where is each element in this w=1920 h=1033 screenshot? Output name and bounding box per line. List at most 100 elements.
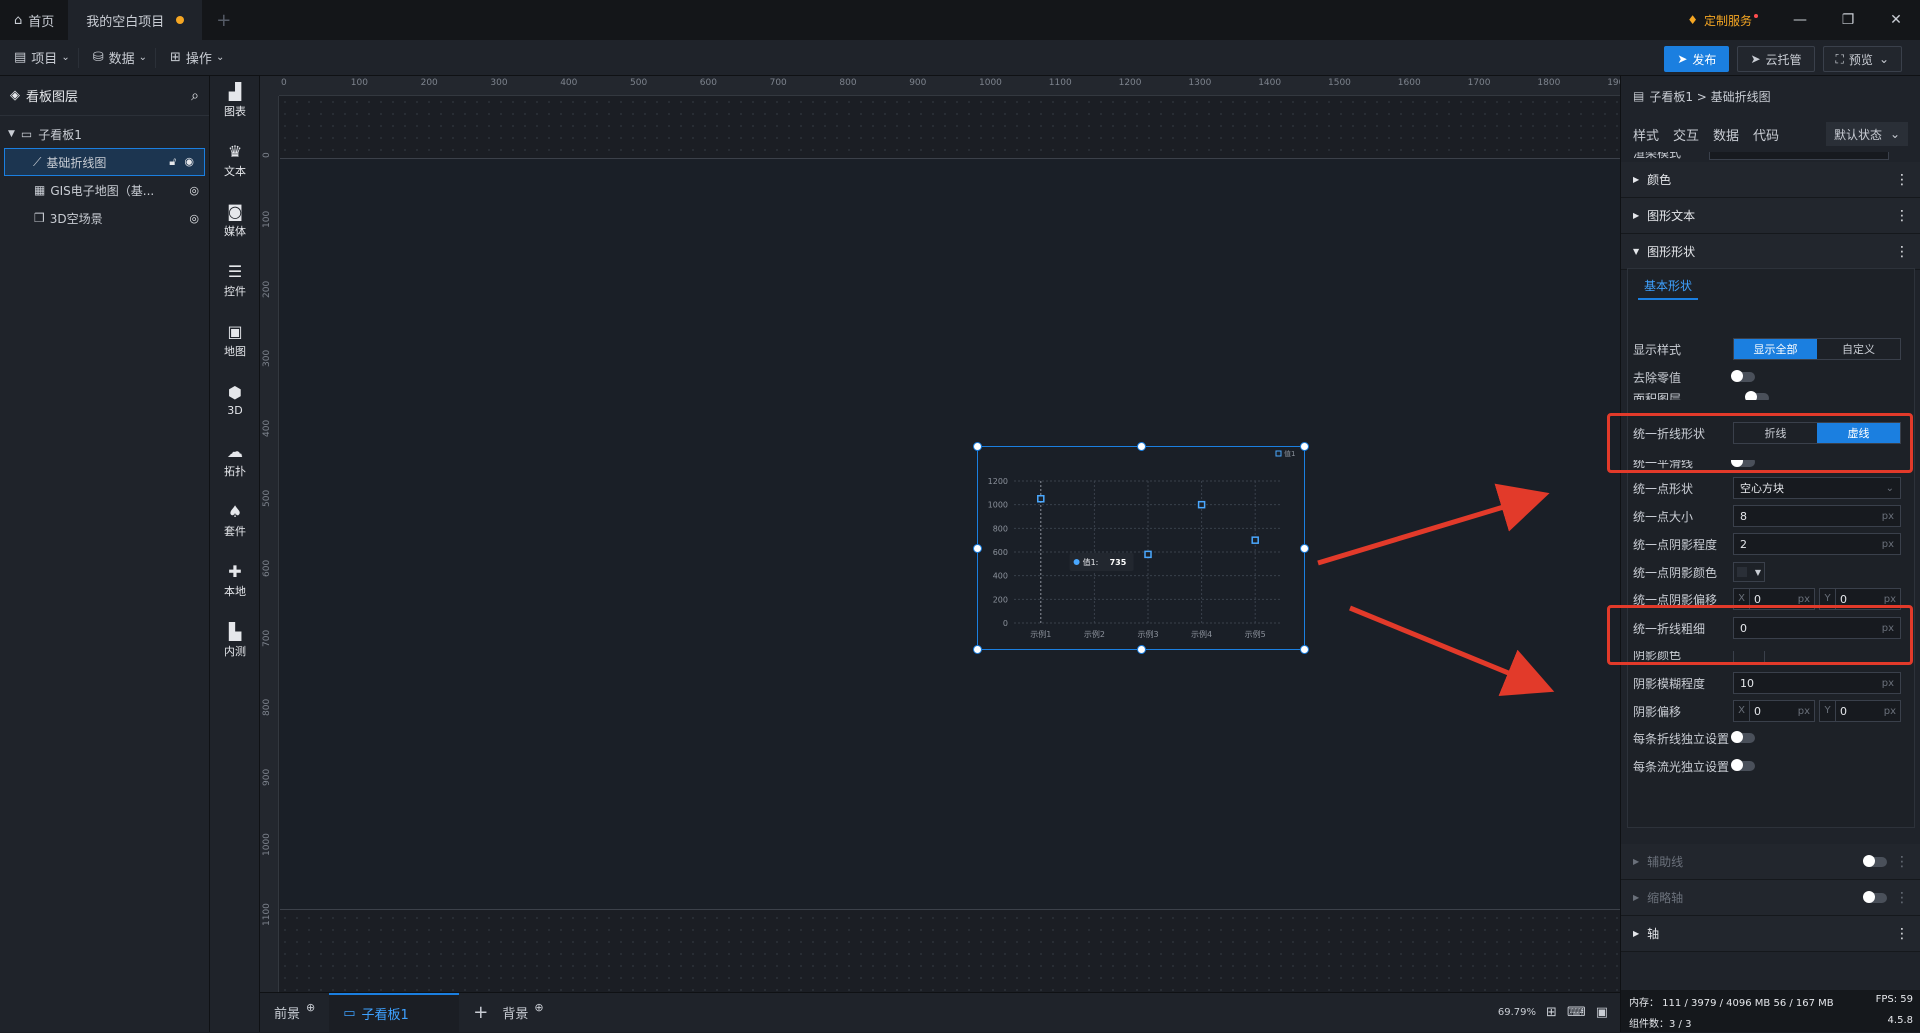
shadow-offset-y-input[interactable]: Y 0 px xyxy=(1819,700,1901,722)
canvas-area[interactable]: 0 100 200 300 400 500 600 700 800 900 1000 1100 1200… xyxy=(260,76,1620,992)
tab-background[interactable]: 背景 ⊕ xyxy=(502,993,557,1033)
layer-item-line-chart[interactable]: ⟋ 基础折线图 🔓︎ ◉ xyxy=(4,148,205,176)
layer-group-label: 子看板1 xyxy=(38,127,82,142)
restore-icon[interactable]: ❐ xyxy=(1824,12,1872,28)
section-toggle[interactable] xyxy=(1863,890,1887,903)
section-color[interactable]: ▶ 颜色 ⋮ xyxy=(1621,162,1920,198)
data-point xyxy=(1197,500,1206,509)
section-shape[interactable]: ▼ 图形形状 ⋮ xyxy=(1621,234,1920,270)
terminal-icon[interactable]: ▣ xyxy=(1596,1005,1608,1020)
more-icon[interactable]: ⋮ xyxy=(1895,926,1909,942)
add-board-button[interactable]: + xyxy=(459,993,502,1033)
add-circle-icon[interactable]: ⊕ xyxy=(306,1001,315,1014)
resize-handle[interactable] xyxy=(973,645,982,654)
layer-item-gis[interactable]: ▦ GIS电子地图（基... ◎ xyxy=(0,176,209,204)
ruler-left: 0 100 200 300 400 500 600 700 800 900 1000 1100 xyxy=(260,96,279,992)
add-tab-icon[interactable]: + xyxy=(216,10,231,31)
unlock-icon[interactable]: 🔓︎ xyxy=(169,155,176,169)
layer-item-3d[interactable]: ❒ 3D空场景 ◎ xyxy=(0,204,209,232)
row-shadow-blur: 阴影模糊程度 10 px xyxy=(1633,669,1905,697)
tab-data[interactable]: 数据 xyxy=(1713,125,1739,144)
resize-handle[interactable] xyxy=(1300,442,1309,451)
map-icon: ▣ xyxy=(227,321,243,341)
tab-subboard[interactable]: ▭ 子看板1 xyxy=(329,992,460,1033)
section-axis[interactable]: ▶ 轴 ⋮ xyxy=(1621,916,1920,952)
color-picker[interactable]: ▼ xyxy=(1733,562,1765,582)
each-flow-toggle[interactable] xyxy=(1731,759,1755,771)
section-toggle[interactable] xyxy=(1863,854,1887,867)
resize-handle[interactable] xyxy=(1137,442,1146,451)
section-thumbnail-axis[interactable]: ▶ 缩略轴 ⋮ xyxy=(1621,880,1920,916)
menu-project[interactable]: ▤ 项目 ⌄ xyxy=(0,47,79,68)
tab-code[interactable]: 代码 xyxy=(1753,125,1779,144)
custom-service-button[interactable]: ♦ 定制服务 xyxy=(1687,12,1758,29)
component-text[interactable]: ♛ 文本 xyxy=(210,130,260,190)
component-media[interactable]: ◙ 媒体 xyxy=(210,190,260,250)
eye-off-icon[interactable]: ◎ xyxy=(189,184,199,197)
custom-option[interactable]: 自定义 xyxy=(1817,339,1900,359)
publish-button[interactable]: ➤ 发布 xyxy=(1664,46,1730,72)
render-mode-select[interactable]: canvas xyxy=(1709,152,1889,160)
tab-interaction[interactable]: 交互 xyxy=(1673,125,1699,144)
point-size-value: 8 xyxy=(1740,509,1747,523)
eye-icon[interactable]: ◉ xyxy=(184,155,194,169)
resize-handle[interactable] xyxy=(973,442,982,451)
keyboard-icon[interactable]: ⌨ xyxy=(1567,1005,1586,1020)
add-circle-icon[interactable]: ⊕ xyxy=(534,1001,543,1014)
shadow-blur-input[interactable]: 10 px xyxy=(1733,672,1901,694)
component-control[interactable]: ☰ 控件 xyxy=(210,250,260,310)
minimize-icon[interactable]: — xyxy=(1776,12,1824,28)
dashboard-board[interactable] xyxy=(280,158,1620,910)
component-topology[interactable]: ☁ 拓扑 xyxy=(210,430,260,490)
ruler-tick-label: 300 xyxy=(490,78,508,88)
close-icon[interactable]: ✕ xyxy=(1872,12,1920,28)
remove-zero-toggle[interactable] xyxy=(1731,370,1755,382)
search-icon[interactable]: ⌕ xyxy=(191,88,199,104)
menu-data[interactable]: ⛁ 数据 ⌄ xyxy=(79,47,157,68)
ruler-tick-label: 1000 xyxy=(262,833,272,856)
component-beta[interactable]: ▙ 内测 xyxy=(210,610,260,670)
preview-button[interactable]: ⛶ 预览 ⌄ xyxy=(1822,46,1902,72)
more-icon[interactable]: ⋮ xyxy=(1895,208,1909,224)
home-tab[interactable]: ⌂ 首页 xyxy=(0,0,68,40)
breadcrumb-text: 子看板1 > 基础折线图 xyxy=(1649,89,1771,104)
axis-x-label: X xyxy=(1734,701,1750,721)
menu-operation[interactable]: ⊞ 操作 ⌄ xyxy=(156,48,232,68)
point-shadow-input[interactable]: 2 px xyxy=(1733,533,1901,555)
layer-group[interactable]: ▼ ▭ 子看板1 xyxy=(0,120,209,148)
state-select[interactable]: 默认状态 ⌄ xyxy=(1826,122,1908,146)
component-chart[interactable]: ▟ 图表 xyxy=(210,70,260,130)
more-icon[interactable]: ⋮ xyxy=(1895,854,1909,870)
file-icon: ▤ xyxy=(14,50,27,65)
resize-handle[interactable] xyxy=(1137,645,1146,654)
point-shape-select[interactable]: 空心方块 ⌄ xyxy=(1733,477,1901,499)
layer-panel-header: ◈ 看板图层 ⌕ xyxy=(0,76,209,116)
resize-handle[interactable] xyxy=(1300,544,1309,553)
more-icon[interactable]: ⋮ xyxy=(1895,890,1909,906)
color-swatch xyxy=(1737,567,1747,577)
eye-off-icon[interactable]: ◎ xyxy=(189,212,199,225)
component-map[interactable]: ▣ 地图 xyxy=(210,310,260,370)
component-label: 媒体 xyxy=(224,224,246,238)
section-guide-line[interactable]: ▶ 辅助线 ⋮ xyxy=(1621,844,1920,880)
fit-screen-icon[interactable]: ⊞ xyxy=(1546,1005,1557,1020)
shadow-offset-x-input[interactable]: X 0 px xyxy=(1733,700,1815,722)
more-icon[interactable]: ⋮ xyxy=(1895,244,1909,260)
cloud-host-button[interactable]: ➤ 云托管 xyxy=(1737,46,1815,72)
section-shape-text[interactable]: ▶ 图形文本 ⋮ xyxy=(1621,198,1920,234)
line-chart-widget[interactable]: 1200 1000 800 600 400 200 0 示例1 示例2 示例3 示例4 示例5 值1: 7… xyxy=(973,442,1309,654)
resize-handle[interactable] xyxy=(973,544,982,553)
each-line-toggle[interactable] xyxy=(1731,731,1755,743)
zoom-level[interactable]: 69.79% xyxy=(1498,1007,1536,1018)
more-icon[interactable]: ⋮ xyxy=(1895,172,1909,188)
project-tab[interactable]: 我的空白项目 xyxy=(68,0,203,40)
point-size-input[interactable]: 8 px xyxy=(1733,505,1901,527)
component-3d[interactable]: ⬢ 3D xyxy=(210,370,260,430)
tab-style[interactable]: 样式 xyxy=(1633,125,1659,144)
tab-foreground[interactable]: 前景 ⊕ xyxy=(260,993,329,1033)
component-suite[interactable]: ♠ 套件 xyxy=(210,490,260,550)
display-all-option[interactable]: 显示全部 xyxy=(1734,339,1817,359)
resize-handle[interactable] xyxy=(1300,645,1309,654)
component-local[interactable]: ✚ 本地 xyxy=(210,550,260,610)
partial-toggle[interactable] xyxy=(1745,391,1769,400)
